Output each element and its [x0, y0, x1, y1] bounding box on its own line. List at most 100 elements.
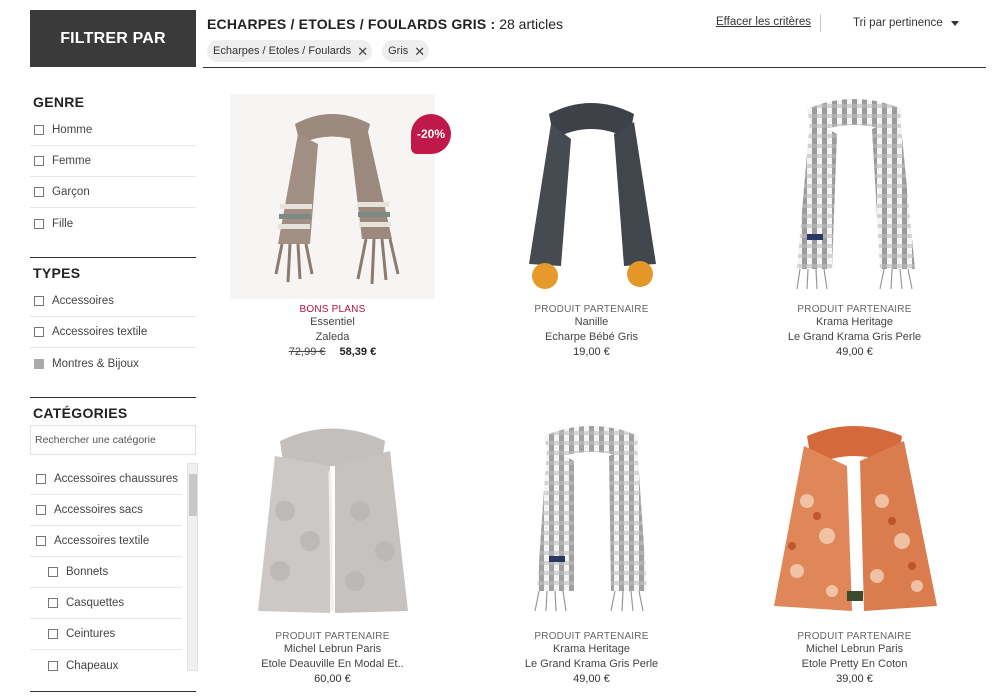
product-tag: PRODUIT PARTENAIRE [534, 304, 649, 315]
product-image[interactable] [489, 421, 694, 626]
checkbox[interactable] [34, 187, 44, 197]
genre-option-garcon[interactable]: Garçon [30, 177, 196, 208]
category-option[interactable]: Accessoires chaussures [30, 464, 182, 495]
product-card[interactable]: PRODUIT PARTENAIRE Krama Heritage Le Gra… [752, 94, 957, 360]
divider [30, 397, 196, 398]
product-image[interactable] [752, 94, 957, 299]
checkbox[interactable] [48, 598, 58, 608]
option-label: Bonnets [66, 566, 109, 578]
product-card[interactable]: PRODUIT PARTENAIRE Michel Lebrun Paris E… [752, 421, 957, 687]
types-option-accessoires-textile[interactable]: Accessoires textile [30, 317, 196, 348]
filter-chip: Echarpes / Etoles / Foulards ✕ [207, 40, 373, 62]
checkbox[interactable] [48, 660, 58, 671]
product-price: 60,00 € [230, 672, 435, 687]
divider [820, 14, 821, 32]
product-brand: Krama Heritage [815, 316, 894, 328]
product-name: Zaleda [315, 331, 350, 343]
types-option-accessoires[interactable]: Accessoires [30, 286, 196, 317]
scarf-image [230, 94, 435, 299]
product-brand: Krama Heritage [552, 643, 631, 655]
scarf-image [489, 94, 694, 299]
product-card[interactable]: PRODUIT PARTENAIRE Michel Lebrun Paris E… [230, 421, 435, 687]
checkbox[interactable] [36, 536, 46, 546]
category-sub-option[interactable]: Ceintures [30, 619, 182, 650]
checkbox[interactable] [48, 629, 58, 639]
genre-option-femme[interactable]: Femme [30, 146, 196, 177]
genre-filter: GENRE Homme Femme Garçon Fille [30, 92, 196, 239]
category-option[interactable]: Accessoires textile [30, 526, 182, 557]
genre-option-fille[interactable]: Fille [30, 208, 196, 239]
filter-by-button[interactable]: FILTRER PAR [30, 10, 196, 67]
product-name: Etole Deauville En Modal Et.. [261, 658, 404, 670]
page-title: ECHARPES / ETOLES / FOULARDS GRIS : 28 a… [207, 16, 563, 32]
types-option-montres-bijoux[interactable]: Montres & Bijoux [30, 348, 196, 379]
category-scrollbar[interactable] [187, 463, 198, 671]
option-label: Accessoires textile [54, 535, 150, 547]
checkbox[interactable] [36, 505, 46, 515]
option-label: Garçon [52, 186, 90, 198]
product-price: 49,00 € [752, 345, 957, 360]
sort-label: Tri par pertinence [853, 17, 943, 29]
scarf-image [489, 421, 694, 626]
option-label: Fille [52, 217, 74, 230]
checkbox[interactable] [34, 327, 44, 337]
category-title: ECHARPES / ETOLES / FOULARDS GRIS : [207, 16, 496, 32]
category-search-input[interactable] [30, 425, 196, 455]
close-icon[interactable]: ✕ [357, 45, 368, 58]
close-icon[interactable]: ✕ [414, 45, 425, 58]
product-tag: PRODUIT PARTENAIRE [797, 304, 912, 315]
product-brand: Michel Lebrun Paris [805, 643, 904, 655]
checkbox[interactable] [34, 156, 44, 166]
product-brand: Nanille [574, 316, 609, 328]
categories-title: CATÉGORIES [33, 405, 128, 421]
product-image[interactable] [752, 421, 957, 626]
price: 49,00 € [573, 673, 610, 685]
sale-price: 58,39 € [339, 346, 377, 358]
article-count: 28 articles [499, 16, 564, 32]
checkbox[interactable] [34, 296, 44, 306]
category-sub-option[interactable]: Casquettes [30, 588, 182, 619]
option-label: Accessoires textile [52, 326, 148, 338]
option-label: Ceintures [66, 628, 116, 640]
product-price: 72,99 € 58,39 € [230, 345, 435, 360]
product-card[interactable]: -20% BONS PLANS Essentiel Zaleda 72,99 €… [230, 94, 451, 360]
checkbox[interactable] [48, 567, 58, 577]
checkbox[interactable] [36, 474, 46, 484]
checkbox[interactable] [34, 125, 44, 135]
product-tag: PRODUIT PARTENAIRE [275, 631, 390, 642]
genre-title: GENRE [33, 94, 85, 110]
types-filter: TYPES Accessoires Accessoires textile Mo… [30, 263, 196, 379]
scrollbar-thumb[interactable] [189, 474, 197, 516]
product-tag: PRODUIT PARTENAIRE [534, 631, 649, 642]
genre-option-homme[interactable]: Homme [30, 115, 196, 146]
divider [203, 67, 986, 68]
categories-filter: CATÉGORIES [30, 403, 196, 423]
divider [30, 257, 196, 258]
category-option[interactable]: Accessoires sacs [30, 495, 182, 526]
clear-filters-link[interactable]: Effacer les critères [716, 16, 811, 28]
product-price: 19,00 € [489, 345, 694, 360]
product-image[interactable] [489, 94, 694, 299]
price: 60,00 € [314, 673, 351, 685]
product-name: Le Grand Krama Gris Perle [787, 331, 922, 343]
option-label: Montres & Bijoux [52, 357, 139, 370]
checkbox[interactable] [34, 358, 44, 369]
sort-dropdown[interactable]: Tri par pertinence [853, 17, 959, 29]
old-price: 72,99 € [288, 346, 326, 358]
product-name: Le Grand Krama Gris Perle [524, 658, 659, 670]
discount-badge: -20% [411, 114, 451, 154]
chip-label: Echarpes / Etoles / Foulards [213, 45, 352, 57]
product-image[interactable] [230, 421, 435, 626]
product-card[interactable]: PRODUIT PARTENAIRE Krama Heritage Le Gra… [489, 421, 694, 687]
option-label: Accessoires sacs [54, 504, 143, 516]
scarf-image [230, 421, 435, 626]
category-sub-option[interactable]: Bonnets [30, 557, 182, 588]
option-label: Homme [52, 124, 93, 136]
product-card[interactable]: PRODUIT PARTENAIRE Nanille Echarpe Bébé … [489, 94, 694, 360]
category-sub-option[interactable]: Chapeaux [30, 650, 182, 681]
types-title: TYPES [33, 265, 81, 281]
checkbox[interactable] [34, 218, 44, 229]
product-image[interactable] [230, 94, 435, 299]
price: 39,00 € [836, 673, 873, 685]
chip-label: Gris [388, 45, 409, 57]
